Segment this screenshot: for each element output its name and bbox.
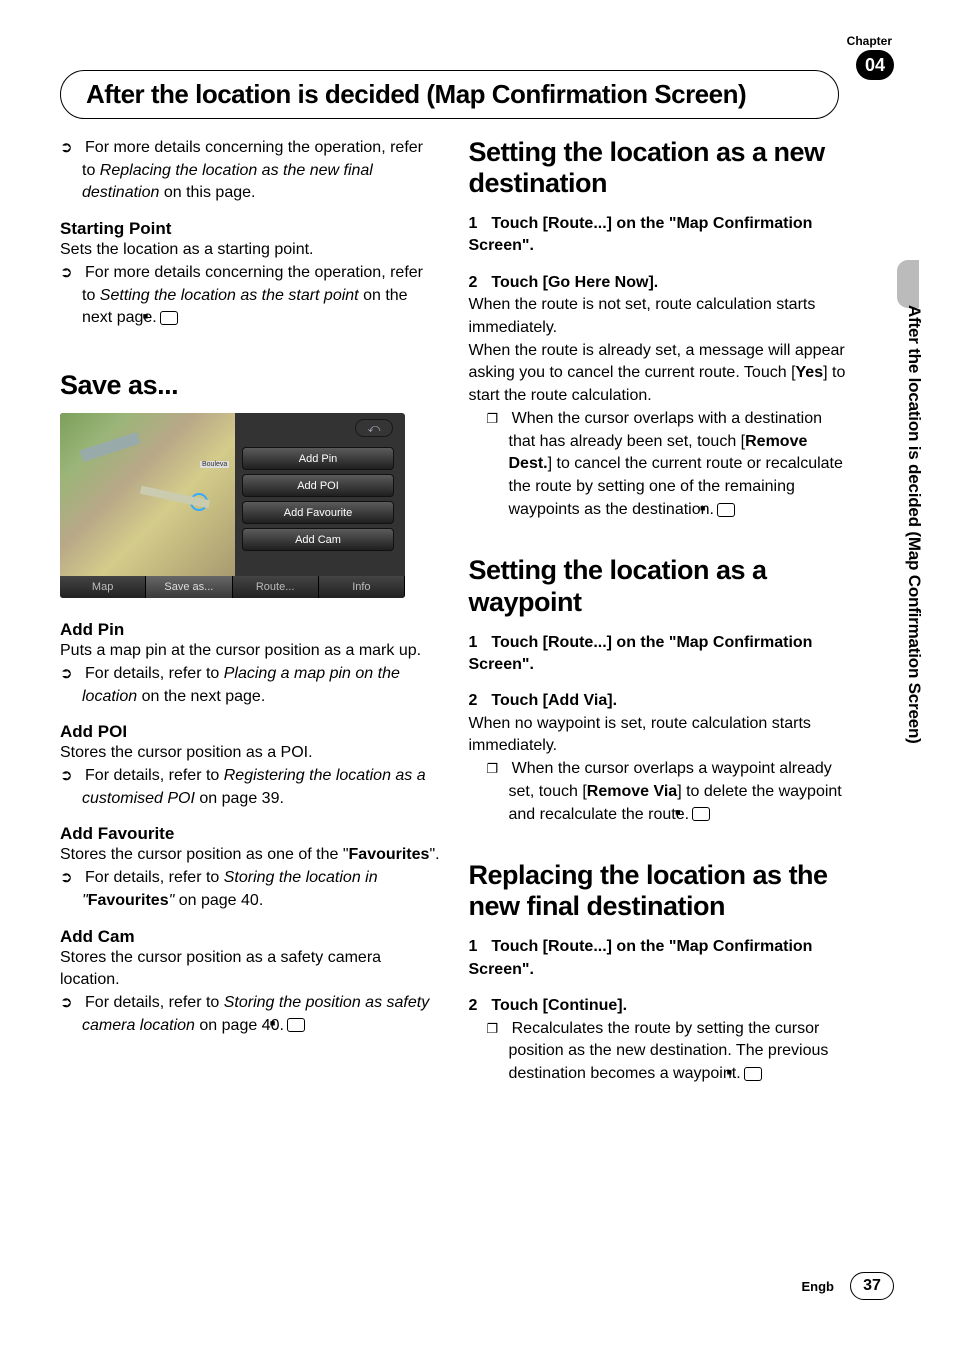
step-number: 2 [469,692,478,709]
sec2-heading: Setting the location as a waypoint [469,555,850,617]
section-end-icon [717,503,735,517]
add-fav-tail: on page 40. [174,892,263,909]
right-column: Setting the location as a new destinatio… [469,137,850,1086]
footer-lang: Engb [802,1279,835,1294]
menu-add-pin[interactable]: Add Pin [242,447,394,470]
sec3-heading: Replacing the location as the new final … [469,860,850,922]
sec1-step2: 2 Touch [Go Here Now]. [469,272,850,294]
menu-add-cam[interactable]: Add Cam [242,528,394,551]
starting-point-note: For more details concerning the operatio… [60,262,441,330]
add-fav-desc-b: Favourites [349,846,430,863]
add-poi-tail: on page 39. [195,790,284,807]
intro-note: For more details concerning the operatio… [60,137,441,205]
sec1-step2-text: Touch [Go Here Now]. [491,274,658,291]
page-root: Chapter 04 After the location is decided… [0,0,954,1352]
sec3-step1: 1Touch [Route...] on the "Map Confirmati… [469,936,850,981]
tab-map[interactable]: Map [60,576,146,598]
sec2-step2: 2 Touch [Add Via]. [469,690,850,712]
section-end-icon [160,311,178,325]
menu-add-poi[interactable]: Add POI [242,474,394,497]
add-fav-desc-c: ". [429,846,439,863]
intro-tail: on this page. [159,184,255,201]
page-footer: Engb 37 [802,1272,895,1300]
sec2-note-b: Remove Via [587,783,677,800]
sec1-p2a: When the route is already set, a message… [469,342,845,382]
back-button[interactable]: ⤺ [355,419,393,437]
tab-info[interactable]: Info [319,576,405,598]
step-number: 1 [469,634,478,651]
sec3-step1-text: Touch [Route...] on the "Map Confirmatio… [469,938,813,977]
sec3-step2-text: Touch [Continue]. [491,997,627,1014]
chapter-number-badge: 04 [856,50,894,80]
sec1-step1-text: Touch [Route...] on the "Map Confirmatio… [469,215,813,254]
sec1-para1: When the route is not set, route calcula… [469,294,850,339]
step-number: 1 [469,938,478,955]
section-end-icon [287,1018,305,1032]
sec1-para2: When the route is already set, a message… [469,340,850,408]
add-fav-ref-bold: Favourites [88,892,169,909]
add-cam-bullet-text: For details, refer to [85,994,224,1011]
chapter-label: Chapter [847,34,892,48]
save-as-heading: Save as... [60,370,441,401]
save-as-screenshot: Bouleva ⤺ Add Pin Add POI Add Favourite … [60,413,405,598]
add-pin-bullet-text: For details, refer to [85,665,224,682]
page-title: After the location is decided (Map Confi… [86,79,813,110]
starting-point-ref: Setting the location as the start point [100,287,359,304]
save-as-menu: Add Pin Add POI Add Favourite Add Cam [236,443,400,555]
step-number: 1 [469,215,478,232]
map-street-label: Bouleva [200,461,229,468]
add-pin-tail: on the next page. [137,688,265,705]
sec2-step1-text: Touch [Route...] on the "Map Confirmatio… [469,634,813,673]
sec1-step1: 1Touch [Route...] on the "Map Confirmati… [469,213,850,258]
sec3-note-text: Recalculates the route by setting the cu… [509,1020,829,1082]
sec3-step2: 2 Touch [Continue]. [469,995,850,1017]
add-cam-desc: Stores the cursor position as a safety c… [60,947,441,992]
add-fav-desc-a: Stores the cursor position as one of the… [60,846,349,863]
add-favourite-desc: Stores the cursor position as one of the… [60,844,441,867]
map-preview: Bouleva [60,413,235,576]
side-running-title: After the location is decided (Map Confi… [904,305,924,744]
add-poi-bullet-text: For details, refer to [85,767,224,784]
left-column: For more details concerning the operatio… [60,137,441,1086]
content-columns: For more details concerning the operatio… [60,137,894,1086]
map-cursor-icon [190,493,208,511]
add-favourite-note: For details, refer to Storing the locati… [60,867,441,912]
add-pin-desc: Puts a map pin at the cursor position as… [60,640,441,663]
sec1-note-c: ] to cancel the current route or recalcu… [509,455,843,517]
side-thumb-tab [897,260,919,308]
tab-save-as[interactable]: Save as... [146,576,232,598]
sec2-para1: When no waypoint is set, route calculati… [469,713,850,758]
page-number: 37 [850,1272,894,1300]
add-favourite-heading: Add Favourite [60,824,441,844]
starting-point-heading: Starting Point [60,219,441,239]
sec1-p2b: Yes [796,364,824,381]
bottom-tabs: Map Save as... Route... Info [60,576,405,598]
add-pin-note: For details, refer to Placing a map pin … [60,663,441,708]
add-fav-bullet-text: For details, refer to [85,869,224,886]
sec1-heading: Setting the location as a new destinatio… [469,137,850,199]
tab-route[interactable]: Route... [233,576,319,598]
sec2-step1: 1Touch [Route...] on the "Map Confirmati… [469,632,850,677]
step-number: 2 [469,274,478,291]
step-number: 2 [469,997,478,1014]
sec3-note: Recalculates the route by setting the cu… [469,1018,850,1086]
sec2-note: When the cursor overlaps a waypoint alre… [469,758,850,826]
add-poi-note: For details, refer to Registering the lo… [60,765,441,810]
page-title-container: After the location is decided (Map Confi… [60,70,839,119]
add-poi-desc: Stores the cursor position as a POI. [60,742,441,765]
add-pin-heading: Add Pin [60,620,441,640]
section-end-icon [692,807,710,821]
add-cam-heading: Add Cam [60,927,441,947]
starting-point-desc: Sets the location as a starting point. [60,239,441,262]
sec1-note: When the cursor overlaps with a destinat… [469,408,850,522]
menu-add-favourite[interactable]: Add Favourite [242,501,394,524]
sec2-step2-text: Touch [Add Via]. [491,692,617,709]
add-poi-heading: Add POI [60,722,441,742]
add-cam-note: For details, refer to Storing the positi… [60,992,441,1037]
section-end-icon [744,1067,762,1081]
